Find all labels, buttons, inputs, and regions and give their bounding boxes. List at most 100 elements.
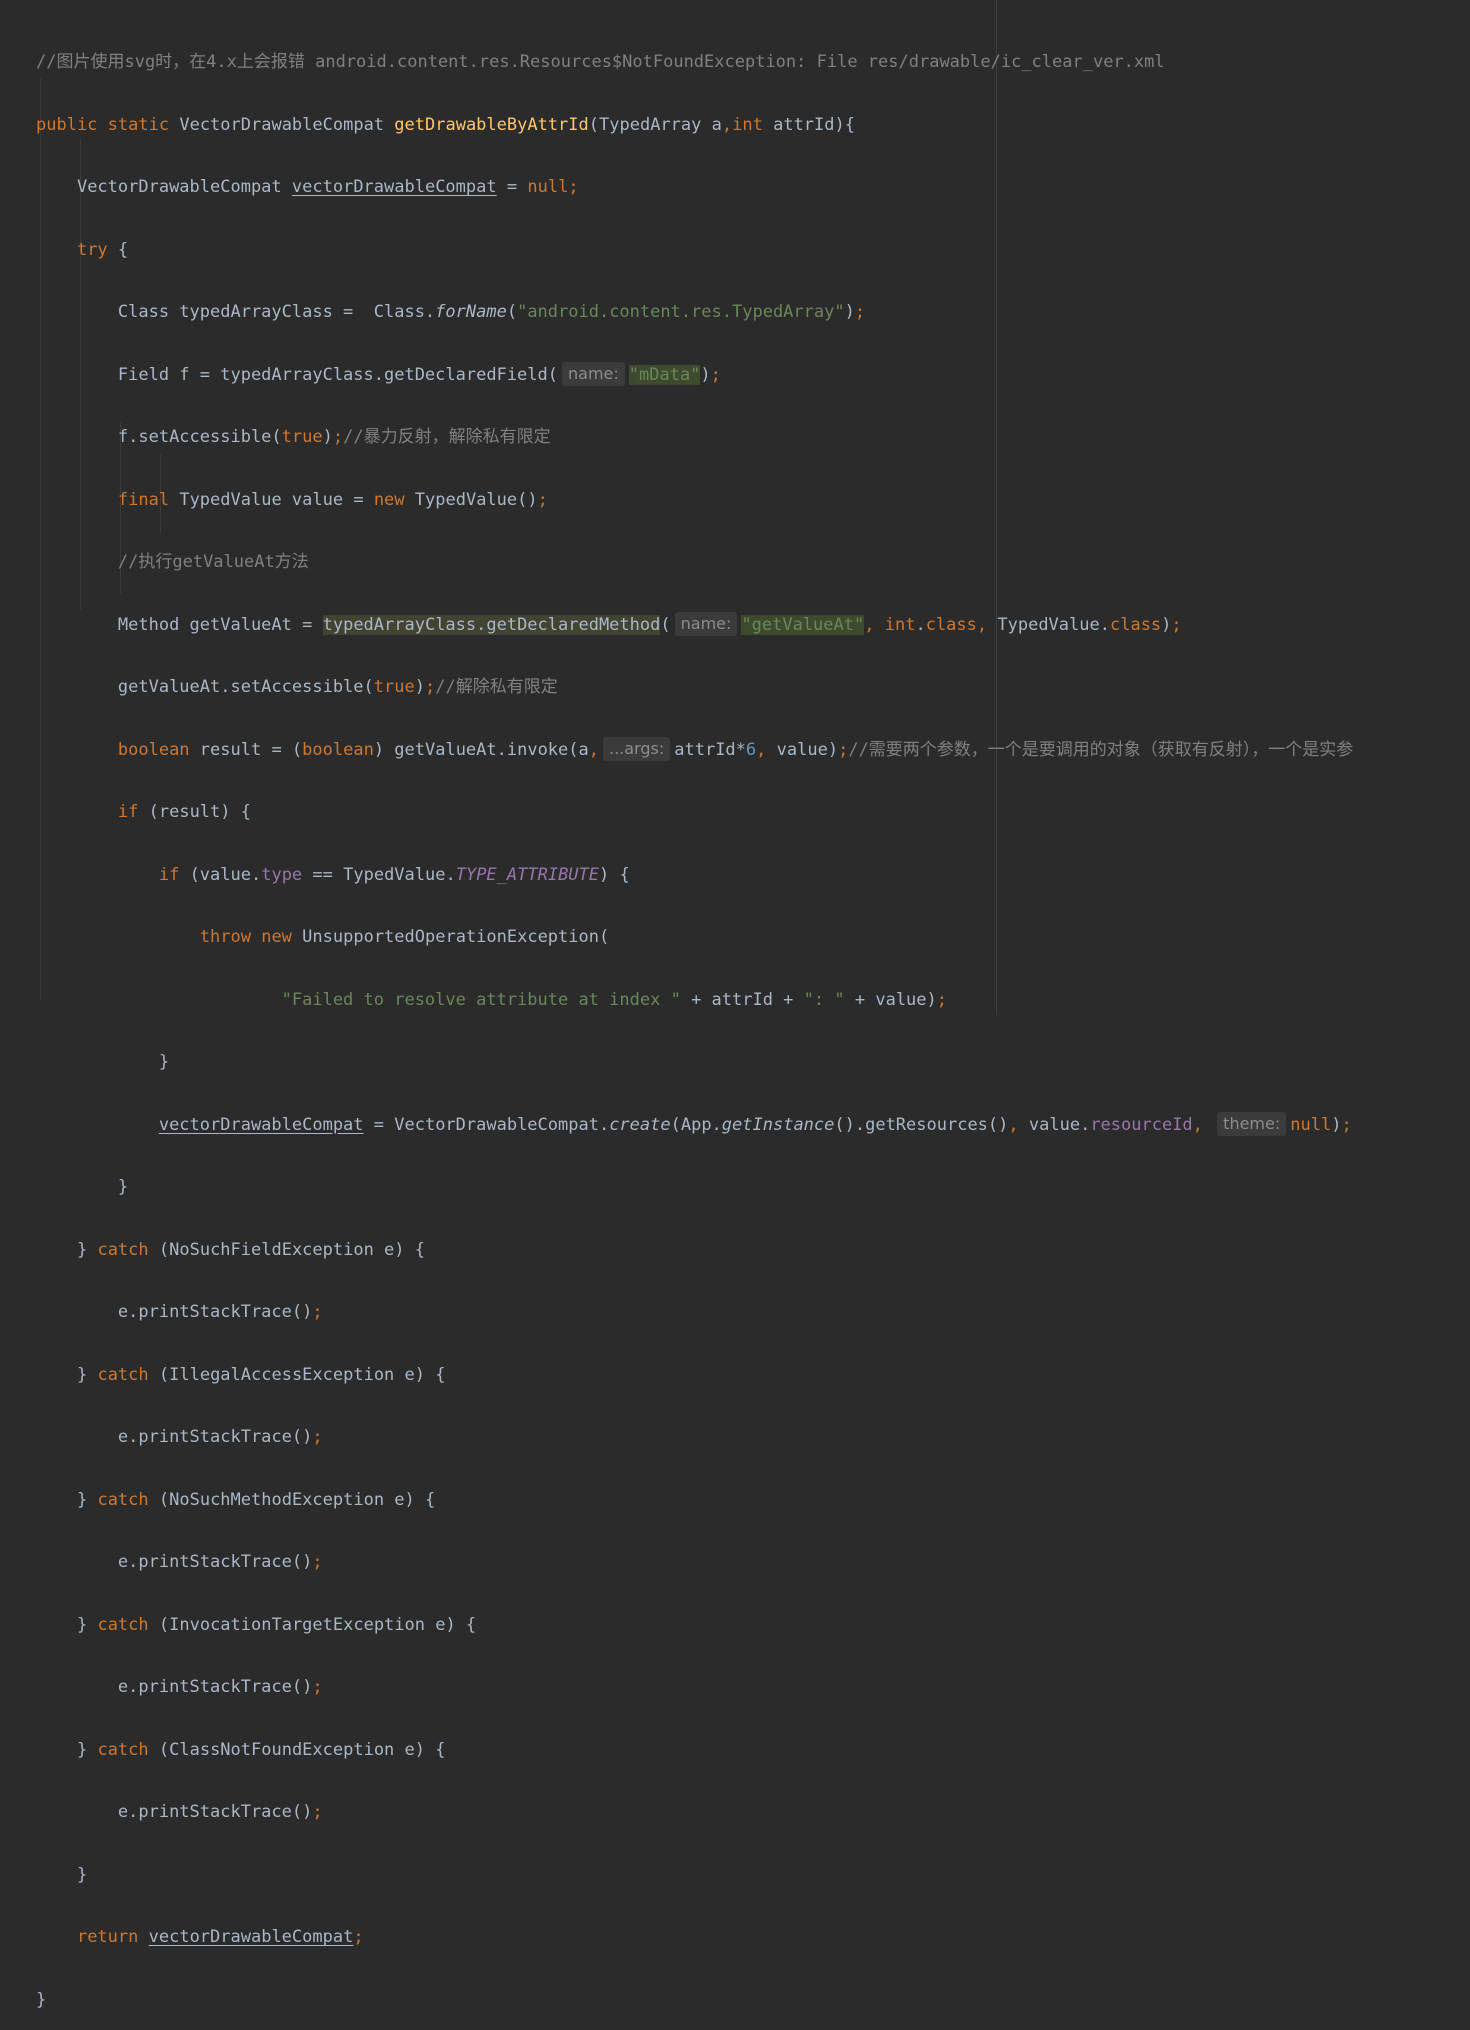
static-method[interactable]: getInstance (722, 1115, 835, 1135)
number-literal: 6 (745, 739, 757, 760)
code-line-4: try { (36, 235, 1353, 266)
code-text: (value. (189, 864, 262, 885)
code-text: ){ (834, 114, 855, 135)
code-text: ) (1331, 1114, 1342, 1135)
code-line-2: public static VectorDrawableCompat getDr… (36, 110, 1353, 141)
comma: , (976, 614, 988, 635)
code-text: e.printStackTrace() (117, 1802, 313, 1823)
code-line-18: vectorDrawableCompat = VectorDrawableCom… (36, 1110, 1353, 1141)
type-name: VectorDrawableCompat (76, 177, 282, 198)
comma: , (588, 739, 599, 760)
keyword: try (76, 239, 108, 260)
semicolon: ; (936, 989, 948, 1010)
code-text: ) (414, 677, 425, 698)
semicolon: ; (312, 1552, 323, 1573)
keyword: catch (97, 1489, 149, 1510)
variable[interactable]: vectorDrawableCompat (149, 1927, 354, 1947)
code-text: { (117, 239, 129, 260)
code-line-8: final TypedValue value = new TypedValue(… (36, 485, 1353, 516)
code-editor[interactable]: //图片使用svg时，在4.x上会报错 android.content.res.… (0, 0, 1470, 2010)
keyword: final (117, 489, 170, 510)
code-line-15: throw new UnsupportedOperationException( (36, 922, 1353, 953)
code-line-31: return vectorDrawableCompat; (36, 1922, 1353, 1953)
keyword: throw (199, 927, 251, 948)
keyword: return (76, 1927, 139, 1948)
code-line-32: } (36, 1985, 1353, 2016)
code-text: . (1099, 614, 1110, 635)
variable[interactable]: vectorDrawableCompat (292, 177, 497, 197)
semicolon: ; (838, 739, 849, 760)
code-text: (App. (670, 1114, 722, 1135)
string-literal: "mData" (628, 364, 701, 385)
code-line-11: getValueAt.setAccessible(true);//解除私有限定 (36, 672, 1353, 703)
code-content[interactable]: //图片使用svg时，在4.x上会报错 android.content.res.… (36, 16, 1353, 2030)
code-text: (ClassNotFoundException e) { (158, 1739, 446, 1760)
static-constant: TYPE_ATTRIBUTE (455, 864, 600, 885)
code-line-13: if (result) { (36, 797, 1353, 828)
code-line-9: //执行getValueAt方法 (36, 547, 1353, 578)
parameter-hint: name: (562, 361, 625, 386)
parameter-hint: ...args: (603, 736, 671, 761)
code-line-27: e.printStackTrace(); (36, 1672, 1353, 1703)
code-text: ) (700, 364, 711, 385)
string-literal: "Failed to resolve attribute at index " (281, 989, 681, 1010)
semicolon: ; (1171, 614, 1182, 635)
string-literal: "android.content.res.TypedArray" (517, 302, 845, 323)
code-line-6: Field f = typedArrayClass.getDeclaredFie… (36, 360, 1353, 391)
comment: //暴力反射，解除私有限定 (343, 427, 551, 448)
code-text: == TypedValue. (312, 864, 456, 885)
return-type: VectorDrawableCompat (179, 114, 385, 135)
param-name: a (711, 114, 722, 135)
code-text: Field f = typedArrayClass.getDeclaredFie… (117, 364, 558, 385)
code-line-25: e.printStackTrace(); (36, 1547, 1353, 1578)
code-text: (NoSuchMethodException e) { (158, 1489, 436, 1510)
code-line-17: } (36, 1047, 1353, 1078)
comment: //需要两个参数，一个是要调用的对象（获取有反射），一个是实参 (848, 739, 1354, 760)
code-text: = VectorDrawableCompat. (373, 1114, 610, 1135)
code-line-20: } catch (NoSuchFieldException e) { (36, 1235, 1353, 1266)
comma: , (1192, 1114, 1203, 1135)
comma: , (1008, 1114, 1019, 1135)
keyword: true (281, 427, 323, 448)
static-method[interactable]: forName (435, 302, 507, 322)
code-text: (InvocationTargetException e) { (158, 1614, 477, 1635)
code-text: e.printStackTrace() (117, 1427, 313, 1448)
code-text: TypedValue() (414, 489, 538, 510)
code-line-19: } (36, 1172, 1353, 1203)
code-text: + value) (854, 989, 937, 1010)
code-text: } (36, 1989, 47, 2010)
string-literal: ": " (803, 989, 845, 1010)
code-text: } (117, 1177, 129, 1198)
keyword: null (1290, 1114, 1332, 1135)
semicolon: ; (568, 177, 579, 198)
keyword: int (732, 114, 763, 135)
method-name[interactable]: getDrawableByAttrId (394, 115, 588, 135)
code-text: ) (1161, 614, 1172, 635)
semicolon: ; (312, 1677, 323, 1698)
code-text: value) (776, 739, 839, 760)
keyword: boolean (302, 739, 374, 760)
code-text: (IllegalAccessException e) { (158, 1364, 446, 1385)
code-text: } (76, 1614, 88, 1635)
comma: , (756, 739, 767, 760)
code-text: TypedValue value = (179, 489, 364, 510)
keyword: catch (97, 1239, 149, 1260)
code-line-3: VectorDrawableCompat vectorDrawableCompa… (36, 172, 1353, 203)
comma: , (721, 114, 733, 135)
string-literal: "getValueAt" (741, 614, 865, 635)
code-text: value. (1028, 1114, 1091, 1135)
variable[interactable]: vectorDrawableCompat (159, 1115, 364, 1135)
code-text: e.printStackTrace() (117, 1302, 313, 1323)
code-text: ) (844, 302, 855, 323)
code-line-24: } catch (NoSuchMethodException e) { (36, 1485, 1353, 1516)
code-text: } (76, 1864, 88, 1885)
code-text: = (506, 177, 518, 198)
method-call[interactable]: typedArrayClass.getDeclaredMethod (322, 614, 661, 635)
static-method[interactable]: create (609, 1115, 670, 1135)
param-name: attrId (773, 114, 835, 135)
semicolon: ; (537, 489, 548, 510)
keyword: if (158, 864, 180, 885)
code-text: } (158, 1052, 170, 1073)
code-line-1: //图片使用svg时，在4.x上会报错 android.content.res.… (36, 47, 1353, 78)
keyword: catch (97, 1739, 149, 1760)
